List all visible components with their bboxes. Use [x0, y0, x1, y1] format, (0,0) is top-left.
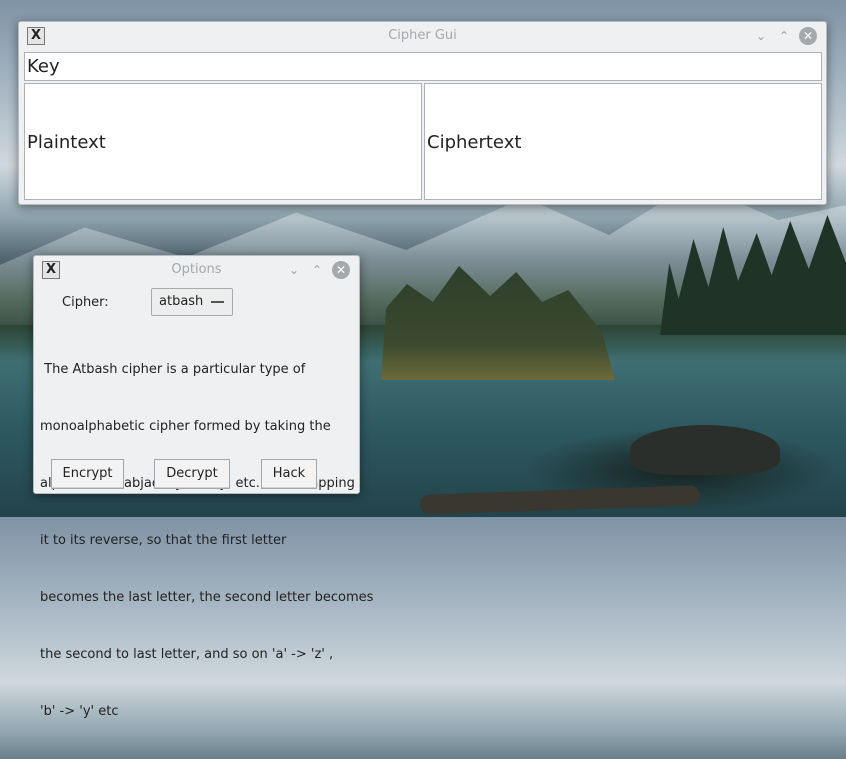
- chevron-up-icon: ⌃: [778, 29, 790, 43]
- options-titlebar[interactable]: X Options ⌄ ⌃ ✕: [34, 256, 359, 284]
- description-line: the second to last letter, and so on 'a'…: [40, 647, 334, 662]
- description-line: it to its reverse, so that the first let…: [40, 533, 287, 548]
- close-icon: ✕: [802, 29, 814, 43]
- minimize-button[interactable]: ⌄: [752, 27, 770, 45]
- close-icon: ✕: [335, 263, 347, 277]
- key-placeholder: Key: [27, 56, 60, 77]
- encrypt-button[interactable]: Encrypt: [51, 459, 124, 489]
- options-close-button[interactable]: ✕: [332, 261, 350, 279]
- close-button[interactable]: ✕: [799, 27, 817, 45]
- options-window: X Options ⌄ ⌃ ✕ Cipher: atbash The Atbas…: [33, 255, 373, 719]
- cipher-description: The Atbash cipher is a particular type o…: [40, 322, 373, 759]
- wallpaper-rock: [630, 425, 780, 475]
- wallpaper-island: [381, 266, 615, 380]
- description-line: 'b' -> 'y' etc: [40, 704, 119, 719]
- main-titlebar[interactable]: X Cipher Gui ⌄ ⌃ ✕: [19, 22, 826, 50]
- description-line: becomes the last letter, the second lett…: [40, 590, 374, 605]
- wallpaper-log: [419, 485, 701, 515]
- wallpaper-forest: [660, 215, 846, 335]
- cipher-selected-value: atbash: [159, 294, 204, 309]
- chevron-down-icon: ⌄: [288, 263, 300, 277]
- description-line: monoalphabetic cipher formed by taking t…: [40, 419, 331, 434]
- description-line: The Atbash cipher is a particular type o…: [40, 362, 306, 377]
- chevron-down-icon: ⌄: [755, 29, 767, 43]
- cipher-gui-window: X Cipher Gui ⌄ ⌃ ✕ Key Plaintext Ciphert…: [18, 21, 827, 205]
- plaintext-input[interactable]: Plaintext: [24, 83, 422, 200]
- decrypt-button[interactable]: Decrypt: [154, 459, 230, 489]
- ciphertext-input[interactable]: Ciphertext: [424, 83, 822, 200]
- cipher-label: Cipher:: [62, 295, 109, 310]
- ciphertext-placeholder: Ciphertext: [427, 132, 522, 153]
- maximize-button[interactable]: ⌃: [775, 27, 793, 45]
- chevron-up-icon: ⌃: [311, 263, 323, 277]
- key-input[interactable]: Key: [24, 52, 822, 81]
- dropdown-arrow-icon: [211, 301, 224, 303]
- hack-button[interactable]: Hack: [261, 459, 317, 489]
- options-minimize-button[interactable]: ⌄: [285, 261, 303, 279]
- plaintext-placeholder: Plaintext: [27, 132, 106, 153]
- main-window-title: Cipher Gui: [388, 28, 457, 43]
- cipher-select[interactable]: atbash: [151, 288, 233, 316]
- options-maximize-button[interactable]: ⌃: [308, 261, 326, 279]
